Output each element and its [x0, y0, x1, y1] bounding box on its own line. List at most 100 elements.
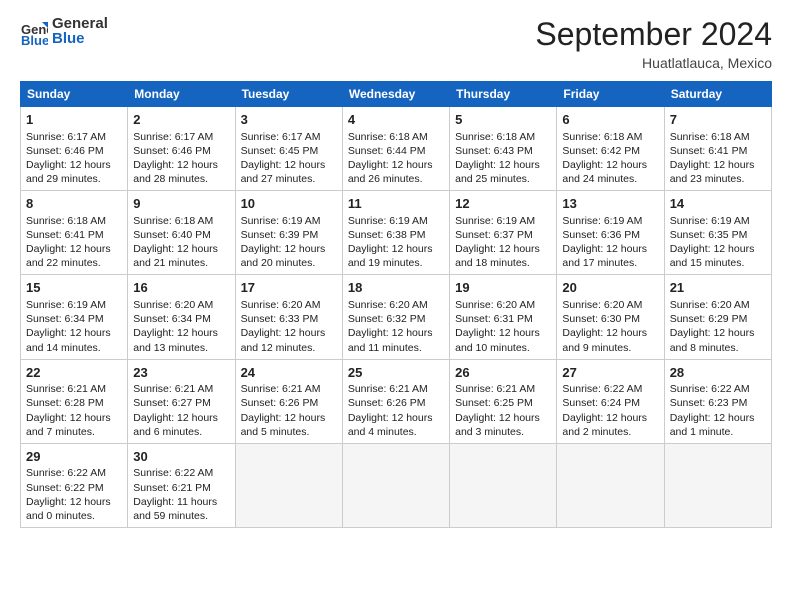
calendar-cell: 30Sunrise: 6:22 AMSunset: 6:21 PMDayligh…: [128, 443, 235, 527]
day-info-line: Sunset: 6:31 PM: [455, 312, 551, 326]
calendar-cell: 22Sunrise: 6:21 AMSunset: 6:28 PMDayligh…: [21, 359, 128, 443]
day-info-line: Sunset: 6:34 PM: [133, 312, 229, 326]
calendar-cell: 20Sunrise: 6:20 AMSunset: 6:30 PMDayligh…: [557, 275, 664, 359]
day-info-line: Sunrise: 6:19 AM: [26, 298, 122, 312]
day-info-line: Sunrise: 6:18 AM: [670, 130, 766, 144]
day-info-line: and 8 minutes.: [670, 341, 766, 355]
calendar-cell: 2Sunrise: 6:17 AMSunset: 6:46 PMDaylight…: [128, 107, 235, 191]
day-number: 10: [241, 195, 337, 213]
day-number: 4: [348, 111, 444, 129]
day-info-line: Sunrise: 6:22 AM: [133, 466, 229, 480]
location: Huatlatlauca, Mexico: [535, 55, 772, 71]
day-info-line: Daylight: 12 hours: [348, 326, 444, 340]
day-info-line: Sunrise: 6:19 AM: [348, 214, 444, 228]
calendar-cell: 15Sunrise: 6:19 AMSunset: 6:34 PMDayligh…: [21, 275, 128, 359]
day-info-line: Sunrise: 6:20 AM: [241, 298, 337, 312]
day-info-line: Daylight: 12 hours: [348, 158, 444, 172]
header-cell-sunday: Sunday: [21, 82, 128, 107]
day-number: 24: [241, 364, 337, 382]
day-info-line: Daylight: 12 hours: [26, 411, 122, 425]
day-info-line: Sunset: 6:41 PM: [670, 144, 766, 158]
calendar-cell: 18Sunrise: 6:20 AMSunset: 6:32 PMDayligh…: [342, 275, 449, 359]
day-info-line: Sunset: 6:35 PM: [670, 228, 766, 242]
day-info-line: Sunrise: 6:18 AM: [348, 130, 444, 144]
day-info-line: Sunrise: 6:20 AM: [133, 298, 229, 312]
day-number: 7: [670, 111, 766, 129]
day-number: 8: [26, 195, 122, 213]
calendar-cell: [235, 443, 342, 527]
day-info-line: Daylight: 12 hours: [26, 158, 122, 172]
logo-icon: General Blue: [20, 18, 48, 46]
day-info-line: and 12 minutes.: [241, 341, 337, 355]
day-number: 26: [455, 364, 551, 382]
calendar-cell: 8Sunrise: 6:18 AMSunset: 6:41 PMDaylight…: [21, 191, 128, 275]
logo: General Blue General Blue: [20, 16, 108, 47]
day-info-line: Daylight: 12 hours: [241, 242, 337, 256]
day-number: 11: [348, 195, 444, 213]
day-number: 22: [26, 364, 122, 382]
day-info-line: Daylight: 12 hours: [348, 411, 444, 425]
day-info-line: Daylight: 12 hours: [455, 411, 551, 425]
day-info-line: Sunset: 6:32 PM: [348, 312, 444, 326]
day-info-line: Sunset: 6:33 PM: [241, 312, 337, 326]
day-info-line: Sunset: 6:38 PM: [348, 228, 444, 242]
day-info-line: Daylight: 12 hours: [241, 326, 337, 340]
calendar-cell: 13Sunrise: 6:19 AMSunset: 6:36 PMDayligh…: [557, 191, 664, 275]
calendar-cell: [557, 443, 664, 527]
header-cell-thursday: Thursday: [450, 82, 557, 107]
calendar-cell: 24Sunrise: 6:21 AMSunset: 6:26 PMDayligh…: [235, 359, 342, 443]
day-number: 27: [562, 364, 658, 382]
day-number: 12: [455, 195, 551, 213]
day-info-line: Daylight: 12 hours: [670, 158, 766, 172]
header-cell-wednesday: Wednesday: [342, 82, 449, 107]
day-info-line: Sunset: 6:36 PM: [562, 228, 658, 242]
day-info-line: Sunset: 6:24 PM: [562, 396, 658, 410]
day-info-line: Sunset: 6:25 PM: [455, 396, 551, 410]
day-info-line: Sunrise: 6:20 AM: [670, 298, 766, 312]
day-info-line: Daylight: 12 hours: [133, 411, 229, 425]
svg-text:Blue: Blue: [21, 33, 48, 46]
day-number: 9: [133, 195, 229, 213]
calendar-header-row: SundayMondayTuesdayWednesdayThursdayFrid…: [21, 82, 772, 107]
day-info-line: Sunset: 6:22 PM: [26, 481, 122, 495]
calendar-body: 1Sunrise: 6:17 AMSunset: 6:46 PMDaylight…: [21, 107, 772, 528]
day-info-line: Daylight: 12 hours: [348, 242, 444, 256]
calendar-cell: 7Sunrise: 6:18 AMSunset: 6:41 PMDaylight…: [664, 107, 771, 191]
day-number: 2: [133, 111, 229, 129]
calendar-table: SundayMondayTuesdayWednesdayThursdayFrid…: [20, 81, 772, 528]
day-info-line: Sunrise: 6:21 AM: [26, 382, 122, 396]
day-info-line: and 29 minutes.: [26, 172, 122, 186]
day-info-line: Daylight: 12 hours: [562, 158, 658, 172]
day-info-line: Sunset: 6:23 PM: [670, 396, 766, 410]
day-number: 21: [670, 279, 766, 297]
day-info-line: Sunset: 6:29 PM: [670, 312, 766, 326]
day-info-line: Daylight: 12 hours: [455, 242, 551, 256]
day-info-line: Sunrise: 6:20 AM: [348, 298, 444, 312]
day-number: 19: [455, 279, 551, 297]
day-info-line: Sunrise: 6:21 AM: [348, 382, 444, 396]
week-row-1: 8Sunrise: 6:18 AMSunset: 6:41 PMDaylight…: [21, 191, 772, 275]
day-info-line: Sunrise: 6:17 AM: [133, 130, 229, 144]
day-info-line: and 24 minutes.: [562, 172, 658, 186]
day-info-line: Daylight: 12 hours: [241, 158, 337, 172]
week-row-2: 15Sunrise: 6:19 AMSunset: 6:34 PMDayligh…: [21, 275, 772, 359]
day-info-line: Daylight: 12 hours: [670, 242, 766, 256]
day-info-line: and 22 minutes.: [26, 256, 122, 270]
day-info-line: Sunset: 6:44 PM: [348, 144, 444, 158]
day-info-line: and 5 minutes.: [241, 425, 337, 439]
day-info-line: Sunset: 6:21 PM: [133, 481, 229, 495]
day-info-line: Sunset: 6:34 PM: [26, 312, 122, 326]
day-info-line: Sunset: 6:40 PM: [133, 228, 229, 242]
day-info-line: and 1 minute.: [670, 425, 766, 439]
day-info-line: Sunset: 6:46 PM: [26, 144, 122, 158]
day-info-line: and 7 minutes.: [26, 425, 122, 439]
day-info-line: and 10 minutes.: [455, 341, 551, 355]
header-cell-friday: Friday: [557, 82, 664, 107]
calendar-cell: 23Sunrise: 6:21 AMSunset: 6:27 PMDayligh…: [128, 359, 235, 443]
day-info-line: and 4 minutes.: [348, 425, 444, 439]
calendar-cell: 28Sunrise: 6:22 AMSunset: 6:23 PMDayligh…: [664, 359, 771, 443]
day-info-line: Daylight: 12 hours: [241, 411, 337, 425]
calendar-cell: 17Sunrise: 6:20 AMSunset: 6:33 PMDayligh…: [235, 275, 342, 359]
header-cell-monday: Monday: [128, 82, 235, 107]
calendar-cell: 11Sunrise: 6:19 AMSunset: 6:38 PMDayligh…: [342, 191, 449, 275]
